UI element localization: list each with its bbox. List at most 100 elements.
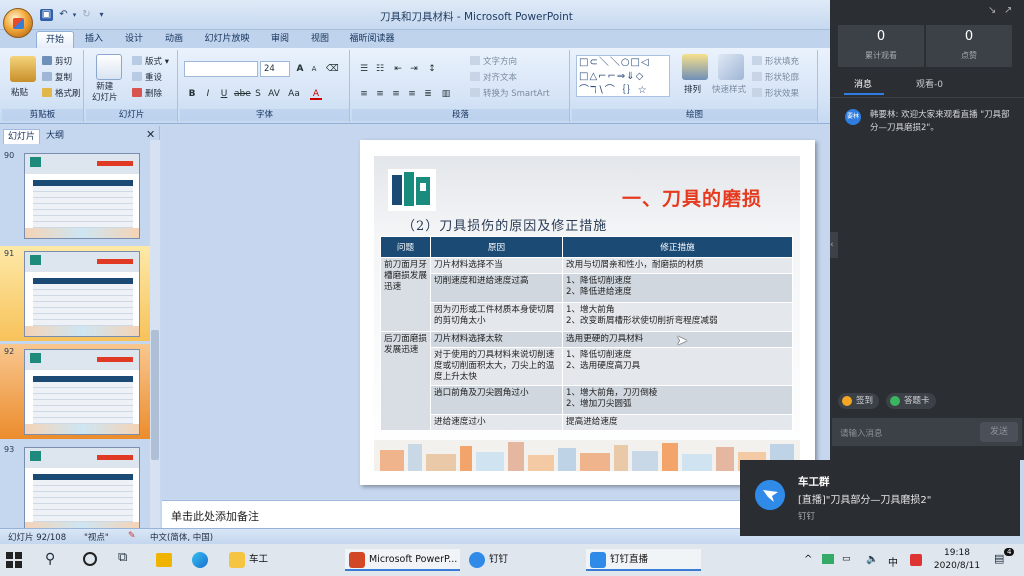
taskbar-item-dingtalk[interactable]: 钉钉	[465, 549, 580, 571]
shape-fill-button[interactable]: 形状填充	[752, 55, 799, 67]
minimize-icon[interactable]: ↘	[988, 5, 996, 16]
numbering-icon[interactable]: ☷	[374, 63, 386, 75]
answer-card-button[interactable]: 答题卡	[886, 393, 936, 409]
tab-home[interactable]: 开始	[36, 31, 74, 48]
reset-button[interactable]: 重设	[132, 71, 162, 83]
tab-design[interactable]: 设计	[118, 31, 150, 48]
shape-outline-button[interactable]: 形状轮廓	[752, 71, 799, 83]
tab-insert[interactable]: 插入	[78, 31, 110, 48]
clock-date[interactable]: 2020/8/11	[930, 561, 984, 571]
shadow-icon[interactable]: S	[252, 88, 264, 100]
decrease-indent-icon[interactable]: ⇤	[392, 63, 404, 75]
paste-button[interactable]: 粘贴	[11, 86, 28, 98]
format-painter-button[interactable]: 格式刷	[42, 87, 81, 99]
network-icon[interactable]: ▭	[842, 554, 851, 564]
redo-icon[interactable]: ↻	[80, 9, 93, 21]
dingtalk-icon	[755, 480, 785, 510]
volume-icon[interactable]: 🔈	[866, 554, 878, 565]
tab-viewers[interactable]: 观看-0	[916, 77, 943, 90]
spellcheck-icon[interactable]: ✎	[128, 531, 136, 541]
text-direction-button[interactable]: 文字方向	[470, 55, 517, 67]
arrange-icon[interactable]	[682, 54, 708, 80]
font-size-select[interactable]: 24	[260, 61, 290, 77]
store-icon[interactable]	[156, 553, 172, 567]
bullets-icon[interactable]: ☰	[358, 63, 370, 75]
save-icon[interactable]: ▣	[40, 9, 53, 21]
edge-icon[interactable]	[192, 552, 208, 568]
italic-icon[interactable]: I	[202, 88, 214, 100]
strikethrough-icon[interactable]: abe	[234, 88, 251, 100]
distributed-icon[interactable]: ≣	[422, 88, 434, 100]
font-name-select[interactable]	[184, 61, 258, 77]
taskbar-item-dingtalk-live[interactable]: 钉钉直播	[586, 549, 701, 571]
justify-icon[interactable]: ≡	[406, 88, 418, 100]
quick-styles-button[interactable]: 快速样式	[712, 83, 746, 95]
clear-format-icon[interactable]: ⌫	[326, 63, 339, 75]
copy-label: 复制	[55, 73, 73, 83]
char-spacing-icon[interactable]: AV	[268, 88, 280, 100]
slide-thumbnail-93[interactable]: 93	[0, 442, 150, 537]
customize-qat-icon[interactable]: ▾	[95, 9, 108, 21]
align-text-button[interactable]: 对齐文本	[470, 71, 517, 83]
new-slide-button[interactable]: 新建 幻灯片	[92, 82, 118, 104]
ime-indicator[interactable]: 中	[888, 554, 898, 569]
tab-foxit[interactable]: 福昕阅读器	[344, 31, 400, 48]
shapes-gallery[interactable]: □⊂＼＼○□◁ □△⌐⌐⇒⇓◇ ⌒ℸ∖⌒｛｝☆	[576, 55, 670, 97]
ribbon-tabs: 开始 插入 设计 动画 幻灯片放映 审阅 视图 福昕阅读器	[0, 30, 830, 48]
tray-app-icon[interactable]	[822, 554, 834, 564]
shrink-font-icon[interactable]: A	[308, 63, 320, 75]
shape-effects-button[interactable]: 形状效果	[752, 87, 799, 99]
align-right-icon[interactable]: ≡	[390, 88, 402, 100]
tab-messages[interactable]: 消息	[854, 77, 872, 90]
office-button[interactable]	[3, 8, 33, 38]
delete-button[interactable]: 删除	[132, 87, 162, 99]
expand-icon[interactable]: ↗	[1004, 5, 1012, 16]
paste-icon[interactable]	[10, 56, 36, 82]
slide-thumbnail-92[interactable]: 92	[0, 344, 150, 439]
change-case-icon[interactable]: Aa	[288, 88, 300, 100]
language-indicator[interactable]: 中文(简体, 中国)	[150, 531, 213, 543]
cut-button[interactable]: 剪切	[42, 55, 72, 67]
tab-outline[interactable]: 大纲	[42, 129, 68, 144]
slide-thumbnail-90[interactable]: 90	[0, 148, 150, 243]
slide-canvas[interactable]: 一、刀具的磨损 （2）刀具损伤的原因及修正措施 问题 原因 修正措施 前刀面月牙…	[360, 140, 815, 485]
font-color-icon[interactable]: A	[310, 88, 322, 100]
slide-thumbnail-91[interactable]: 91	[0, 246, 150, 341]
collapse-panel-icon[interactable]: ‹	[830, 232, 838, 258]
tab-slideshow[interactable]: 幻灯片放映	[198, 31, 256, 48]
tab-slides[interactable]: 幻灯片	[3, 129, 41, 144]
scrollbar-thumb[interactable]	[151, 330, 159, 460]
task-view-icon[interactable]: ⧉	[118, 550, 127, 565]
windows-start-icon[interactable]	[6, 552, 22, 568]
tab-review[interactable]: 审阅	[264, 31, 296, 48]
notification-toast[interactable]: 车工群 [直播]"刀具部分—刀具磨损2" 钉钉	[740, 460, 1020, 536]
line-spacing-icon[interactable]: ↕	[426, 63, 438, 75]
underline-icon[interactable]: U	[218, 88, 230, 100]
bold-icon[interactable]: B	[186, 88, 198, 100]
arrange-button[interactable]: 排列	[684, 83, 701, 95]
new-slide-icon[interactable]	[96, 54, 122, 80]
action-center-icon[interactable]: ▤	[994, 552, 1004, 565]
tab-animation[interactable]: 动画	[158, 31, 190, 48]
taskbar-item-folder[interactable]: 车工	[225, 549, 325, 571]
tray-chevron-icon[interactable]: ^	[804, 554, 812, 565]
columns-icon[interactable]: ▥	[440, 88, 452, 100]
thumbnail-scrollbar[interactable]	[150, 140, 160, 528]
copy-button[interactable]: 复制	[42, 71, 72, 83]
search-icon[interactable]: ⚲	[45, 551, 55, 567]
quick-styles-icon[interactable]	[718, 54, 744, 80]
layout-button[interactable]: 版式 ▾	[132, 55, 169, 67]
grow-font-icon[interactable]: A	[294, 63, 306, 75]
ime-app-icon[interactable]	[910, 554, 922, 566]
smartart-button[interactable]: 转换为 SmartArt	[470, 87, 550, 99]
taskbar-item-powerpoint[interactable]: Microsoft PowerP...	[345, 549, 460, 571]
increase-indent-icon[interactable]: ⇥	[408, 63, 420, 75]
notes-pane[interactable]: 单击此处添加备注	[162, 500, 830, 528]
checkin-button[interactable]: 签到	[838, 393, 880, 409]
clock-time[interactable]: 19:18	[935, 548, 979, 558]
send-button[interactable]: 发送	[980, 422, 1018, 442]
tab-view[interactable]: 视图	[304, 31, 336, 48]
cortana-icon[interactable]	[83, 552, 97, 566]
align-left-icon[interactable]: ≡	[358, 88, 370, 100]
align-center-icon[interactable]: ≡	[374, 88, 386, 100]
